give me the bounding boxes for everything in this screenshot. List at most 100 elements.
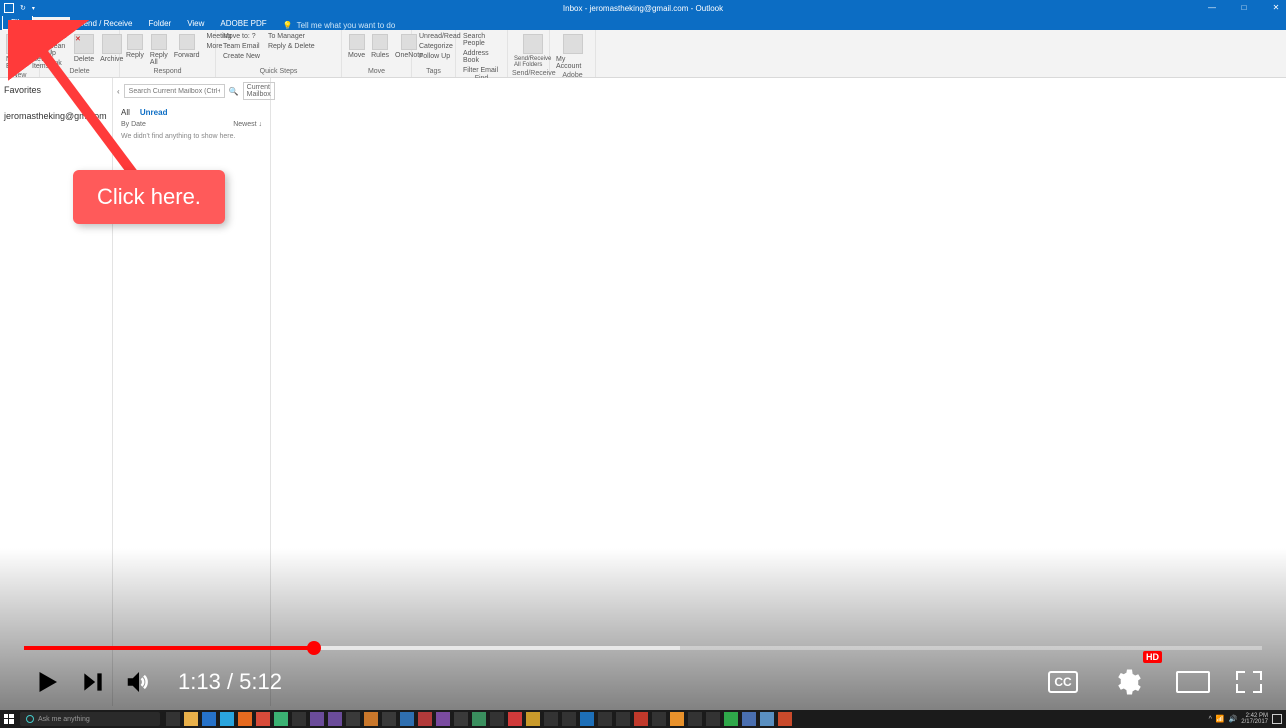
chrome-icon[interactable]: [256, 712, 270, 726]
qs-create[interactable]: Create New: [220, 52, 263, 61]
search-icon[interactable]: 🔍: [229, 87, 239, 96]
address-book-button[interactable]: Address Book: [460, 49, 503, 65]
tab-view[interactable]: View: [179, 17, 212, 30]
app-icon-2[interactable]: [292, 712, 306, 726]
app-icon-19[interactable]: [598, 712, 612, 726]
app-icon-28[interactable]: [760, 712, 774, 726]
app-icon-13[interactable]: [490, 712, 504, 726]
qs-moveto[interactable]: Move to: ?: [220, 32, 263, 41]
app-icon-14[interactable]: [508, 712, 522, 726]
tab-file[interactable]: File: [2, 15, 33, 30]
hd-badge: HD: [1143, 651, 1162, 663]
tab-folder[interactable]: Folder: [141, 17, 180, 30]
group-quicksteps-label: Quick Steps: [220, 68, 337, 75]
start-button[interactable]: [0, 710, 18, 728]
app-icon-25[interactable]: [706, 712, 720, 726]
search-people-input[interactable]: Search People: [460, 32, 503, 48]
ignore-button[interactable]: Ignore: [44, 32, 70, 41]
taskview-icon[interactable]: [166, 712, 180, 726]
callout-bubble: Click here.: [73, 170, 225, 224]
app-icon-27[interactable]: [742, 712, 756, 726]
tell-me-search[interactable]: 💡 Tell me what you want to do: [283, 21, 396, 30]
theater-mode-button[interactable]: [1176, 671, 1210, 693]
new-email-button[interactable]: New Email: [4, 32, 28, 72]
settings-button[interactable]: HD: [1104, 659, 1150, 705]
file-explorer-icon[interactable]: [184, 712, 198, 726]
app-icon-6[interactable]: [364, 712, 378, 726]
app-icon-4[interactable]: [328, 712, 342, 726]
reply-button[interactable]: Reply: [124, 32, 146, 61]
next-button[interactable]: [70, 659, 116, 705]
filter-unread[interactable]: Unread: [140, 108, 168, 117]
favorites-header[interactable]: Favorites: [4, 82, 108, 98]
app-icon-10[interactable]: [436, 712, 450, 726]
app-icon-20[interactable]: [616, 712, 630, 726]
tab-send-receive[interactable]: Send / Receive: [70, 17, 140, 30]
forward-button[interactable]: Forward: [172, 32, 202, 61]
app-icon-26[interactable]: [724, 712, 738, 726]
send-receive-label: Send/Receive All Folders: [514, 56, 551, 68]
qs-team[interactable]: Team Email: [220, 42, 263, 51]
rules-button[interactable]: Rules: [369, 32, 391, 61]
tray-volume-icon[interactable]: 🔊: [1229, 715, 1238, 723]
reply-all-button[interactable]: Reply All: [148, 32, 170, 68]
firefox-icon[interactable]: [238, 712, 252, 726]
maximize-button[interactable]: □: [1238, 3, 1250, 13]
qat-dropdown-icon[interactable]: ▾: [32, 5, 35, 12]
cortana-placeholder: Ask me anything: [38, 716, 90, 723]
cortana-search[interactable]: Ask me anything: [20, 712, 160, 726]
app-icon-21[interactable]: [634, 712, 648, 726]
fullscreen-button[interactable]: [1236, 671, 1262, 693]
filter-email-button[interactable]: Filter Email: [460, 66, 503, 75]
app-icon-7[interactable]: [382, 712, 396, 726]
tray-chevron-icon[interactable]: ^: [1209, 716, 1212, 723]
app-icon-8[interactable]: [400, 712, 414, 726]
ie-icon[interactable]: [220, 712, 234, 726]
app-icon-18[interactable]: [580, 712, 594, 726]
tab-home[interactable]: Home: [33, 17, 70, 30]
app-icon-11[interactable]: [454, 712, 468, 726]
my-account-button[interactable]: My Account: [554, 32, 591, 72]
app-icon-22[interactable]: [652, 712, 666, 726]
mailbox-search-input[interactable]: [124, 84, 225, 98]
qs-replydelete[interactable]: Reply & Delete: [265, 42, 318, 51]
sort-newest[interactable]: Newest ↓: [233, 121, 262, 128]
filter-all[interactable]: All: [121, 108, 130, 117]
app-icon-9[interactable]: [418, 712, 432, 726]
cleanup-button[interactable]: Clean Up: [44, 42, 70, 58]
sort-bydate[interactable]: By Date: [121, 121, 146, 128]
edge-icon[interactable]: [202, 712, 216, 726]
taskbar-clock[interactable]: 2:42 PM 2/17/2017: [1241, 713, 1268, 725]
play-button[interactable]: [24, 659, 70, 705]
account-header[interactable]: jeromastheking@gm...om: [4, 108, 108, 124]
minimize-button[interactable]: —: [1206, 3, 1218, 13]
delete-button[interactable]: ✕ Delete: [72, 32, 96, 65]
app-icon-17[interactable]: [562, 712, 576, 726]
app-icon-12[interactable]: [472, 712, 486, 726]
app-icon-23[interactable]: [670, 712, 684, 726]
video-player-controls: 1:13 / 5:12 CC HD: [0, 638, 1286, 710]
captions-button[interactable]: CC: [1048, 671, 1078, 693]
new-email-icon: [6, 34, 26, 54]
app-icon-24[interactable]: [688, 712, 702, 726]
collapse-icon[interactable]: ‹: [117, 87, 120, 96]
app-icon-1[interactable]: [274, 712, 288, 726]
action-center-icon[interactable]: [1272, 714, 1282, 724]
tray-network-icon[interactable]: 📶: [1216, 715, 1225, 723]
app-icon-3[interactable]: [310, 712, 324, 726]
close-button[interactable]: ✕: [1270, 3, 1282, 13]
volume-button[interactable]: [116, 659, 162, 705]
junk-button[interactable]: Junk: [44, 59, 70, 68]
qat-save-icon[interactable]: ↻: [20, 4, 26, 12]
video-progress-track[interactable]: [24, 646, 1262, 650]
tab-adobe-pdf[interactable]: ADOBE PDF: [212, 17, 274, 30]
send-receive-all-button[interactable]: Send/Receive All Folders: [512, 32, 553, 70]
search-scope-dropdown[interactable]: Current Mailbox: [243, 82, 275, 100]
video-scrubber[interactable]: [307, 641, 321, 655]
move-button[interactable]: Move: [346, 32, 367, 61]
app-icon-5[interactable]: [346, 712, 360, 726]
app-icon-16[interactable]: [544, 712, 558, 726]
qs-tomanager[interactable]: To Manager: [265, 32, 318, 41]
app-icon-15[interactable]: [526, 712, 540, 726]
app-icon-29[interactable]: [778, 712, 792, 726]
